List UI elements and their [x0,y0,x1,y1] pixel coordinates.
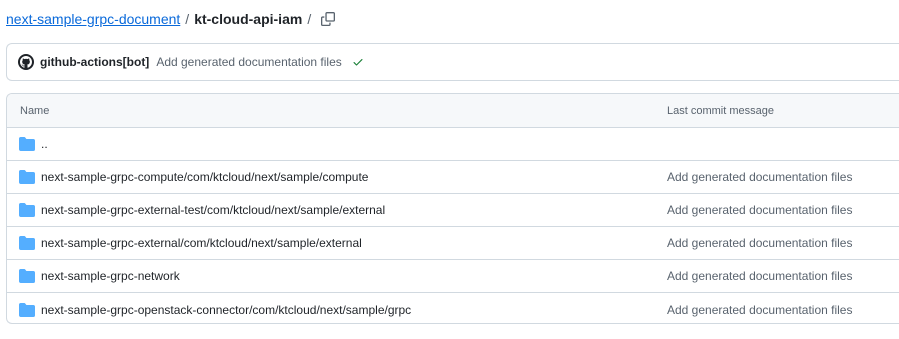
folder-icon [19,136,35,152]
table-row[interactable]: next-sample-grpc-network Add generated d… [7,260,899,293]
file-name-link[interactable]: next-sample-grpc-external-test/com/ktclo… [41,203,385,217]
copy-path-button[interactable] [318,9,338,29]
breadcrumb-separator: / [185,11,190,27]
commit-message-cell[interactable]: Add generated documentation files [667,203,852,217]
latest-commit-box: github-actions[bot] Add generated docume… [6,43,899,81]
folder-icon [19,268,35,284]
file-name-link[interactable]: .. [41,137,48,151]
table-row[interactable]: next-sample-grpc-openstack-connector/com… [7,293,899,323]
commit-message-link[interactable]: Add generated documentation files [156,55,341,69]
file-name-link[interactable]: next-sample-grpc-openstack-connector/com… [41,303,411,317]
commit-message-cell[interactable]: Add generated documentation files [667,269,852,283]
folder-icon [19,235,35,251]
file-name-link[interactable]: next-sample-grpc-compute/com/ktcloud/nex… [41,170,368,184]
file-name-link[interactable]: next-sample-grpc-external/com/ktcloud/ne… [41,236,362,250]
folder-icon [19,202,35,218]
breadcrumb-separator-trailing: / [307,11,312,27]
commit-message-cell[interactable]: Add generated documentation files [667,236,852,250]
commit-message-cell[interactable]: Add generated documentation files [667,303,852,317]
file-name-link[interactable]: next-sample-grpc-network [41,269,180,283]
avatar[interactable] [18,54,34,70]
copy-icon [321,12,336,26]
table-row[interactable]: next-sample-grpc-compute/com/ktcloud/nex… [7,161,899,194]
column-header-message: Last commit message [667,104,774,117]
file-table: Name Last commit message .. next-sample-… [6,93,899,324]
github-icon [20,56,32,68]
breadcrumb: next-sample-grpc-document / kt-cloud-api… [6,8,338,30]
folder-icon [19,302,35,318]
table-row-parent[interactable]: .. [7,128,899,161]
table-row[interactable]: next-sample-grpc-external/com/ktcloud/ne… [7,227,899,260]
breadcrumb-current: kt-cloud-api-iam [194,11,303,27]
breadcrumb-repo-link[interactable]: next-sample-grpc-document [6,11,180,27]
table-header: Name Last commit message [7,94,899,128]
folder-icon [19,169,35,185]
commit-message-cell[interactable]: Add generated documentation files [667,170,852,184]
column-header-name: Name [20,104,50,117]
commit-author-link[interactable]: github-actions[bot] [40,55,149,69]
table-row[interactable]: next-sample-grpc-external-test/com/ktclo… [7,194,899,227]
check-icon[interactable] [352,56,364,68]
